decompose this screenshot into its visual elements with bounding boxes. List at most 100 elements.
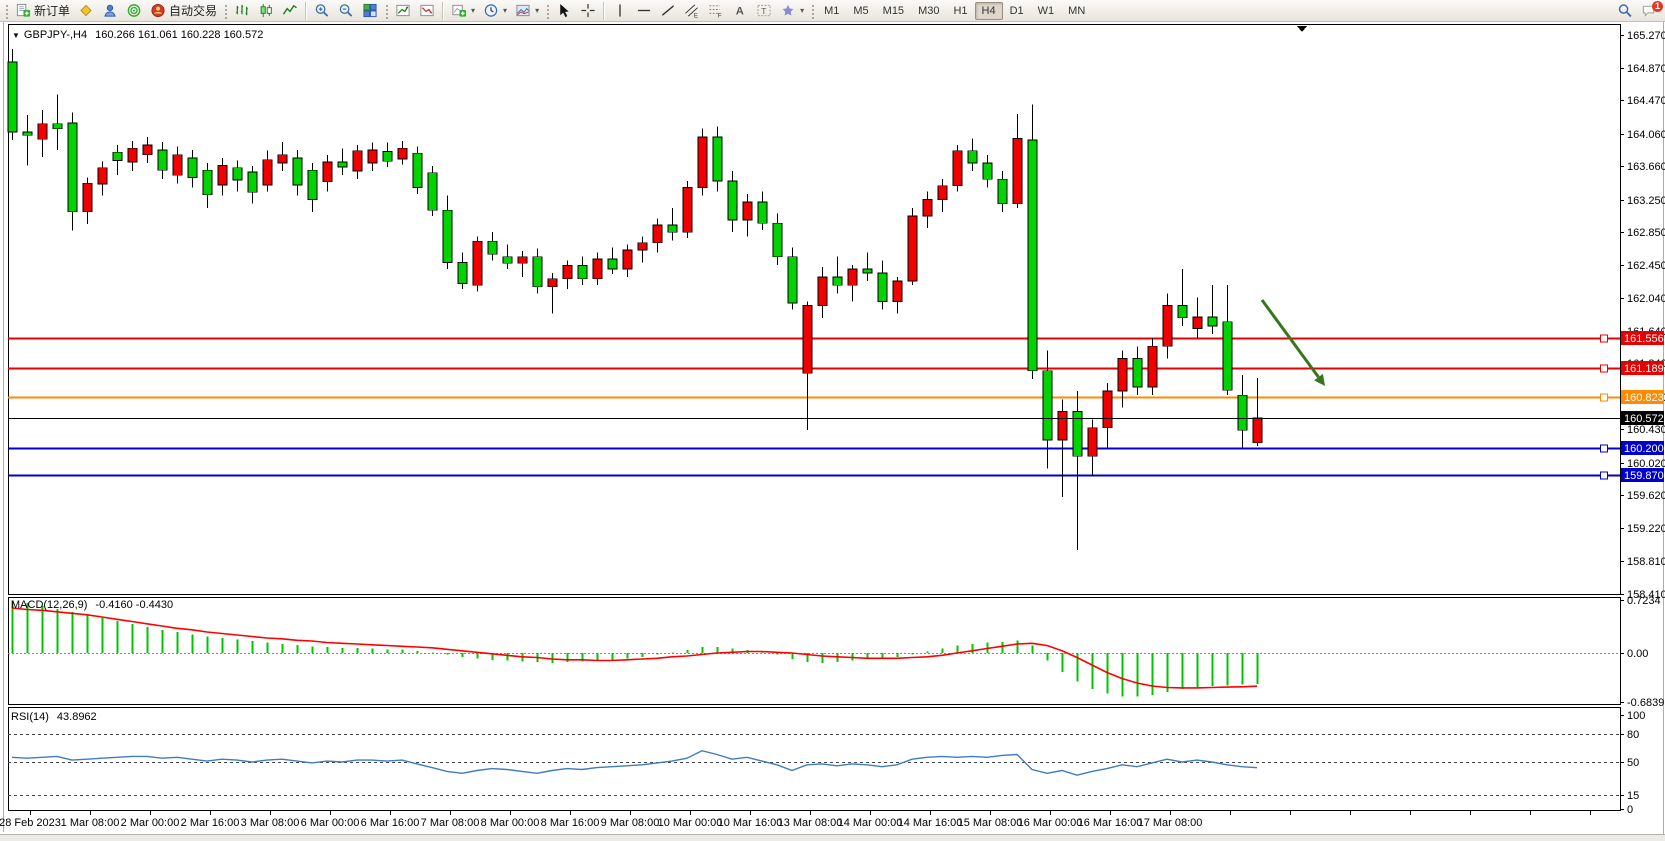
svg-text:159.620: 159.620 — [1627, 490, 1665, 502]
data-window-button[interactable] — [415, 1, 439, 21]
clock-icon — [483, 3, 499, 18]
svg-text:17 Mar 08:00: 17 Mar 08:00 — [1138, 817, 1203, 829]
profile-button[interactable] — [98, 1, 122, 21]
timeframe-w1-button[interactable]: W1 — [1031, 2, 1062, 20]
level-handle — [1601, 335, 1608, 342]
channel-button[interactable]: E — [680, 1, 704, 21]
svg-text:13 Mar 08:00: 13 Mar 08:00 — [778, 817, 843, 829]
shapes-button[interactable]: ▾ — [776, 1, 808, 21]
new-order-button[interactable]: 新订单 — [11, 1, 74, 21]
svg-text:28 Feb 2023: 28 Feb 2023 — [0, 817, 61, 829]
svg-text:1 Mar 08:00: 1 Mar 08:00 — [61, 817, 120, 829]
timeframe-m5-button[interactable]: M5 — [846, 2, 875, 20]
svg-text:E: E — [694, 13, 698, 18]
main-pane — [9, 25, 1621, 595]
toolbar-separator — [603, 2, 605, 20]
new-chart-icon — [451, 3, 467, 18]
timeframe-m30-button[interactable]: M30 — [911, 2, 946, 20]
chart-ohlc-values: 160.266 161.061 160.228 160.572 — [95, 29, 263, 41]
label-button[interactable]: T — [752, 1, 776, 21]
chart-area[interactable]: 165.270164.870164.470164.060163.660163.2… — [0, 22, 1665, 841]
rsi-value: 43.8962 — [57, 711, 97, 723]
dropdown-caret-icon[interactable]: ▾ — [471, 6, 475, 15]
svg-text:6 Mar 00:00: 6 Mar 00:00 — [301, 817, 360, 829]
macd-values: -0.4160 -0.4430 — [95, 599, 173, 611]
trendline-button[interactable] — [656, 1, 680, 21]
autotrade-button[interactable]: 自动交易 — [146, 1, 221, 21]
toolbar-grip[interactable] — [4, 3, 9, 19]
svg-text:162.450: 162.450 — [1627, 260, 1665, 272]
svg-text:16 Mar 00:00: 16 Mar 00:00 — [1018, 817, 1083, 829]
svg-text:10 Mar 16:00: 10 Mar 16:00 — [718, 817, 783, 829]
svg-text:0.00: 0.00 — [1627, 648, 1648, 660]
dropdown-caret-icon[interactable]: ▾ — [800, 6, 804, 15]
timeframe-mn-button[interactable]: MN — [1061, 2, 1092, 20]
dropdown-caret-icon[interactable]: ▾ — [503, 6, 507, 15]
toolbar-grip[interactable] — [810, 3, 815, 19]
svg-text:159.870: 159.870 — [1624, 470, 1664, 482]
timeframe-m1-button[interactable]: M1 — [817, 2, 846, 20]
chart-symbol: GBPJPY-,H4 — [24, 29, 87, 41]
svg-text:2 Mar 00:00: 2 Mar 00:00 — [121, 817, 180, 829]
zoom-in-button[interactable] — [310, 1, 334, 21]
indicators-button[interactable] — [391, 1, 415, 21]
svg-text:162.040: 162.040 — [1627, 293, 1665, 305]
search-button[interactable] — [1613, 1, 1637, 21]
crosshair-button[interactable] — [576, 1, 600, 21]
svg-text:T: T — [761, 6, 766, 16]
svg-text:3 Mar 08:00: 3 Mar 08:00 — [241, 817, 300, 829]
template-button[interactable]: ▾ — [511, 1, 543, 21]
vline-icon — [612, 3, 628, 18]
svg-text:6 Mar 16:00: 6 Mar 16:00 — [361, 817, 420, 829]
symbol-dropdown-icon[interactable]: ▼ — [12, 31, 20, 40]
trendline-icon — [660, 3, 676, 18]
new-order-label: 新订单 — [34, 2, 70, 19]
svg-text:161.189: 161.189 — [1624, 363, 1664, 375]
timeframe-m15-button[interactable]: M15 — [876, 2, 911, 20]
new-order-icon — [15, 3, 31, 18]
vline-button[interactable] — [608, 1, 632, 21]
svg-text:9 Mar 08:00: 9 Mar 08:00 — [601, 817, 660, 829]
zoom-out-button[interactable] — [334, 1, 358, 21]
timeframe-h1-button[interactable]: H1 — [946, 2, 974, 20]
svg-text:80: 80 — [1627, 729, 1639, 741]
timeframe-h4-button[interactable]: H4 — [975, 2, 1003, 20]
toolbar-grip[interactable] — [545, 3, 550, 19]
data-window-icon — [419, 3, 435, 18]
line-chart-button[interactable] — [278, 1, 302, 21]
new-chart-button[interactable]: ▾ — [447, 1, 479, 21]
indicators-icon — [395, 3, 411, 18]
yellow-cube-button[interactable] — [74, 1, 98, 21]
svg-text:164.870: 164.870 — [1627, 63, 1665, 75]
signals-button[interactable] — [122, 1, 146, 21]
svg-text:8 Mar 16:00: 8 Mar 16:00 — [541, 817, 600, 829]
bar-chart-button[interactable] — [230, 1, 254, 21]
svg-text:2 Mar 16:00: 2 Mar 16:00 — [181, 817, 240, 829]
toolbar-separator — [305, 2, 307, 20]
tile-windows-button[interactable] — [358, 1, 382, 21]
fibonacci-button[interactable]: F — [704, 1, 728, 21]
svg-text:A: A — [736, 6, 744, 18]
text-button[interactable]: A — [728, 1, 752, 21]
timeframe-d1-button[interactable]: D1 — [1003, 2, 1031, 20]
svg-text:160.200: 160.200 — [1624, 443, 1664, 455]
dropdown-caret-icon[interactable]: ▾ — [535, 6, 539, 15]
toolbar-grip[interactable] — [223, 3, 228, 19]
clock-button[interactable]: ▾ — [479, 1, 511, 21]
tile-windows-icon — [362, 3, 378, 18]
level-handle — [1601, 365, 1608, 372]
svg-text:0.7234: 0.7234 — [1627, 595, 1661, 607]
svg-text:50: 50 — [1627, 757, 1639, 769]
svg-text:100: 100 — [1627, 710, 1645, 722]
main-toolbar: 新订单 自动交易 ▾ ▾ ▾ E FA T ▾ M1M5M15M30H1H4D1W1MN 1 — [0, 0, 1665, 22]
svg-text:14 Mar 00:00: 14 Mar 00:00 — [838, 817, 903, 829]
svg-text:159.220: 159.220 — [1627, 523, 1665, 535]
cursor-button[interactable] — [552, 1, 576, 21]
hline-button[interactable] — [632, 1, 656, 21]
level-handle — [1601, 394, 1608, 401]
autotrade-icon — [150, 3, 166, 18]
chat-button[interactable]: 1 — [1637, 1, 1661, 21]
toolbar-grip[interactable] — [384, 3, 389, 19]
price-chart-svg[interactable]: 165.270164.870164.470164.060163.660163.2… — [0, 22, 1665, 841]
candle-chart-button[interactable] — [254, 1, 278, 21]
